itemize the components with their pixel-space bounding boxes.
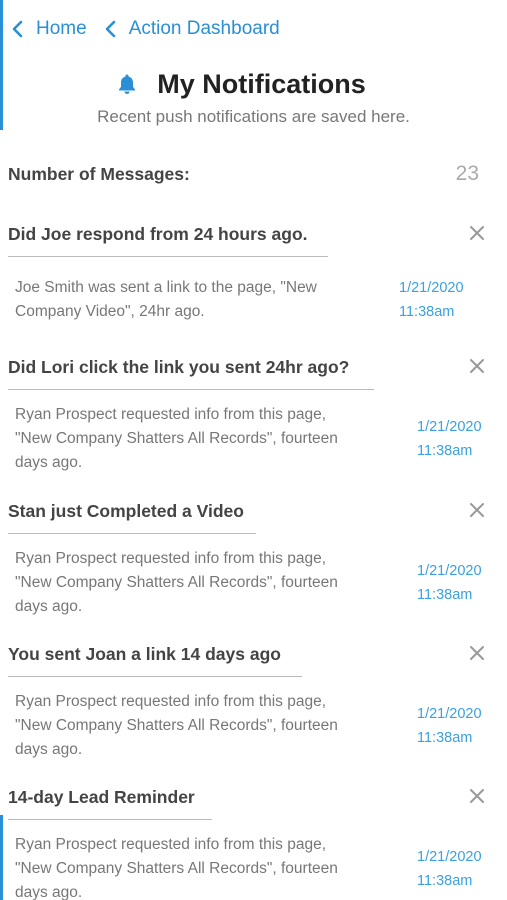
notification-date: 1/21/2020 (417, 849, 482, 865)
notification-date: 1/21/2020 (417, 419, 482, 435)
notification-time: 11:38am (417, 730, 473, 746)
notification-timestamp: 1/21/2020 11:38am (417, 559, 482, 607)
notification-body: Ryan Prospect requested info from this p… (15, 836, 338, 900)
notification-time: 11:38am (417, 587, 473, 603)
close-icon[interactable] (468, 357, 486, 375)
left-accent-bar (0, 815, 3, 900)
message-count-label: Number of Messages: (8, 163, 190, 184)
notification-divider (8, 533, 256, 534)
notification-divider (8, 389, 374, 390)
message-count-value: 23 (455, 162, 479, 185)
notification-divider (8, 819, 212, 820)
notification-timestamp: 1/21/2020 11:38am (417, 845, 482, 893)
close-icon[interactable] (468, 644, 486, 662)
notification-time: 11:38am (417, 443, 473, 459)
page-title: My Notifications (157, 68, 366, 99)
breadcrumb: Home Action Dashboard (10, 16, 280, 42)
page-subtitle: Recent push notifications are saved here… (97, 107, 410, 126)
notification-divider (8, 256, 328, 257)
notification-body: Ryan Prospect requested info from this p… (15, 406, 338, 471)
notification-title: Stan just Completed a Video (8, 500, 244, 521)
close-icon[interactable] (468, 787, 486, 805)
message-count-row: Number of Messages: 23 (8, 162, 479, 186)
breadcrumb-home-label: Home (36, 18, 87, 39)
notification-body: Ryan Prospect requested info from this p… (15, 550, 338, 615)
notification-timestamp: 1/21/2020 11:38am (399, 276, 464, 324)
notification-timestamp: 1/21/2020 11:38am (417, 415, 482, 463)
notification-time: 11:38am (417, 873, 473, 889)
notification-date: 1/21/2020 (417, 563, 482, 579)
chevron-left-icon (105, 20, 115, 38)
notification-time: 11:38am (399, 304, 455, 320)
page-header: My Notifications (0, 66, 507, 102)
notification-date: 1/21/2020 (417, 706, 482, 722)
close-icon[interactable] (468, 501, 486, 519)
notification-date: 1/21/2020 (399, 280, 464, 296)
notification-timestamp: 1/21/2020 11:38am (417, 702, 482, 750)
breadcrumb-action-dashboard-label: Action Dashboard (128, 18, 280, 39)
breadcrumb-action-dashboard-link[interactable]: Action Dashboard (103, 18, 280, 40)
close-icon[interactable] (468, 224, 486, 242)
notification-title: Did Joe respond from 24 hours ago. (8, 223, 308, 244)
bell-icon (119, 74, 136, 94)
chevron-left-icon (12, 20, 23, 38)
notification-title: Did Lori click the link you sent 24hr ag… (8, 356, 350, 377)
breadcrumb-home-link[interactable]: Home (10, 18, 87, 40)
notification-title: You sent Joan a link 14 days ago (8, 643, 281, 664)
notification-body: Ryan Prospect requested info from this p… (15, 693, 338, 758)
notification-body: Joe Smith was sent a link to the page, "… (15, 279, 317, 320)
notification-divider (8, 676, 302, 677)
notification-title: 14-day Lead Reminder (8, 786, 195, 807)
